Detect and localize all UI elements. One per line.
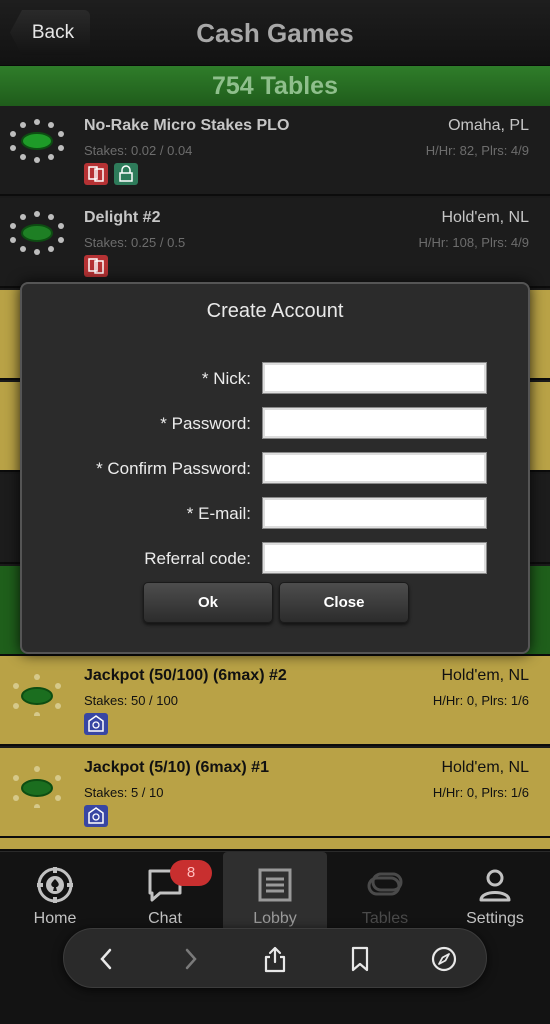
app-screen: Back Cash Games 754 Tables No-Rake Micro… — [0, 0, 550, 1024]
user-settings-icon — [479, 869, 511, 902]
table-info: H/Hr: 82, Plrs: 4/9 — [425, 143, 529, 158]
bookmark-icon — [351, 946, 369, 972]
table-row[interactable] — [0, 838, 550, 851]
email-input[interactable] — [262, 497, 487, 529]
poker-chip-icon — [37, 867, 73, 903]
poker-table-icon — [13, 766, 61, 808]
tab-settings[interactable]: Settings — [443, 852, 547, 932]
tab-tables[interactable]: Tables — [333, 852, 437, 932]
table-game-type: Hold'em, NL — [441, 209, 529, 226]
browser-forward-button[interactable] — [172, 941, 208, 977]
nick-label: * Nick: — [201, 369, 251, 388]
table-info: H/Hr: 0, Plrs: 1/6 — [432, 785, 529, 800]
tab-home[interactable]: Home — [3, 852, 107, 932]
browser-back-button[interactable] — [89, 941, 125, 977]
browser-toolbar — [63, 928, 487, 988]
password-label: * Password: — [160, 414, 251, 433]
jackpot-icon — [84, 713, 108, 735]
table-stakes: Stakes: 5 / 10 — [84, 785, 164, 800]
page-title: Cash Games — [196, 18, 354, 48]
poker-table-icon — [10, 119, 64, 163]
tab-chat-label: Chat — [148, 910, 182, 927]
top-header: Back Cash Games — [0, 0, 550, 66]
tables-count-bar: 754 Tables — [0, 66, 550, 106]
compass-button[interactable] — [426, 941, 462, 977]
referral-code-label: Referral code: — [144, 549, 251, 568]
cards-icon — [84, 163, 108, 185]
table-info: H/Hr: 108, Plrs: 4/9 — [418, 235, 529, 250]
password-input[interactable] — [262, 407, 487, 439]
table-game-type: Omaha, PL — [448, 117, 529, 134]
confirm-password-label: * Confirm Password: — [96, 459, 251, 478]
dialog-title: Create Account — [206, 300, 344, 322]
table-name: Jackpot (5/10) (6max) #1 — [84, 759, 269, 776]
table-row[interactable]: Jackpot (50/100) (6max) #2 Stakes: 50 / … — [0, 656, 550, 746]
table-row[interactable]: No-Rake Micro Stakes PLO Stakes: 0.02 / … — [0, 106, 550, 196]
table-name: No-Rake Micro Stakes PLO — [84, 117, 290, 134]
table-stakes: Stakes: 0.02 / 0.04 — [84, 143, 193, 158]
poker-table-icon — [13, 674, 61, 716]
tab-home-label: Home — [33, 910, 77, 927]
table-name: Delight #2 — [84, 209, 161, 226]
table-game-type: Hold'em, NL — [441, 759, 529, 776]
compass-icon — [431, 946, 457, 972]
email-label: * E-mail: — [186, 504, 251, 523]
nick-input[interactable] — [262, 362, 487, 394]
bookmark-button[interactable] — [342, 941, 378, 977]
lock-icon — [114, 163, 138, 185]
referral-code-input[interactable] — [262, 542, 487, 574]
share-icon — [264, 946, 286, 973]
tables-icon — [367, 872, 403, 896]
tab-settings-label: Settings — [466, 910, 524, 927]
confirm-password-input[interactable] — [262, 452, 487, 484]
table-row[interactable]: Delight #2 Stakes: 0.25 / 0.5 Hold'em, N… — [0, 198, 550, 288]
tab-lobby-label: Lobby — [253, 910, 297, 927]
chevron-left-icon — [100, 948, 112, 970]
cards-icon — [84, 255, 108, 277]
tab-tables-label: Tables — [361, 910, 409, 927]
jackpot-icon — [84, 805, 108, 827]
poker-table-icon — [10, 211, 64, 255]
chat-notification-badge: 8 — [170, 860, 212, 886]
table-stakes: Stakes: 50 / 100 — [84, 693, 178, 708]
table-info: H/Hr: 0, Plrs: 1/6 — [432, 693, 529, 708]
table-game-type: Hold'em, NL — [441, 667, 529, 684]
table-name: Jackpot (50/100) (6max) #2 — [84, 667, 287, 684]
chevron-right-icon — [185, 948, 197, 970]
close-button[interactable]: Close — [279, 582, 409, 623]
lobby-list-icon — [258, 868, 292, 902]
table-row[interactable]: Jackpot (5/10) (6max) #1 Stakes: 5 / 10 … — [0, 748, 550, 838]
share-button[interactable] — [257, 941, 293, 977]
create-account-dialog: Create Account * Nick: * Password: * Con… — [20, 282, 530, 654]
tab-lobby[interactable]: Lobby — [223, 852, 327, 932]
ok-button[interactable]: Ok — [143, 582, 273, 623]
table-stakes: Stakes: 0.25 / 0.5 — [84, 235, 186, 250]
